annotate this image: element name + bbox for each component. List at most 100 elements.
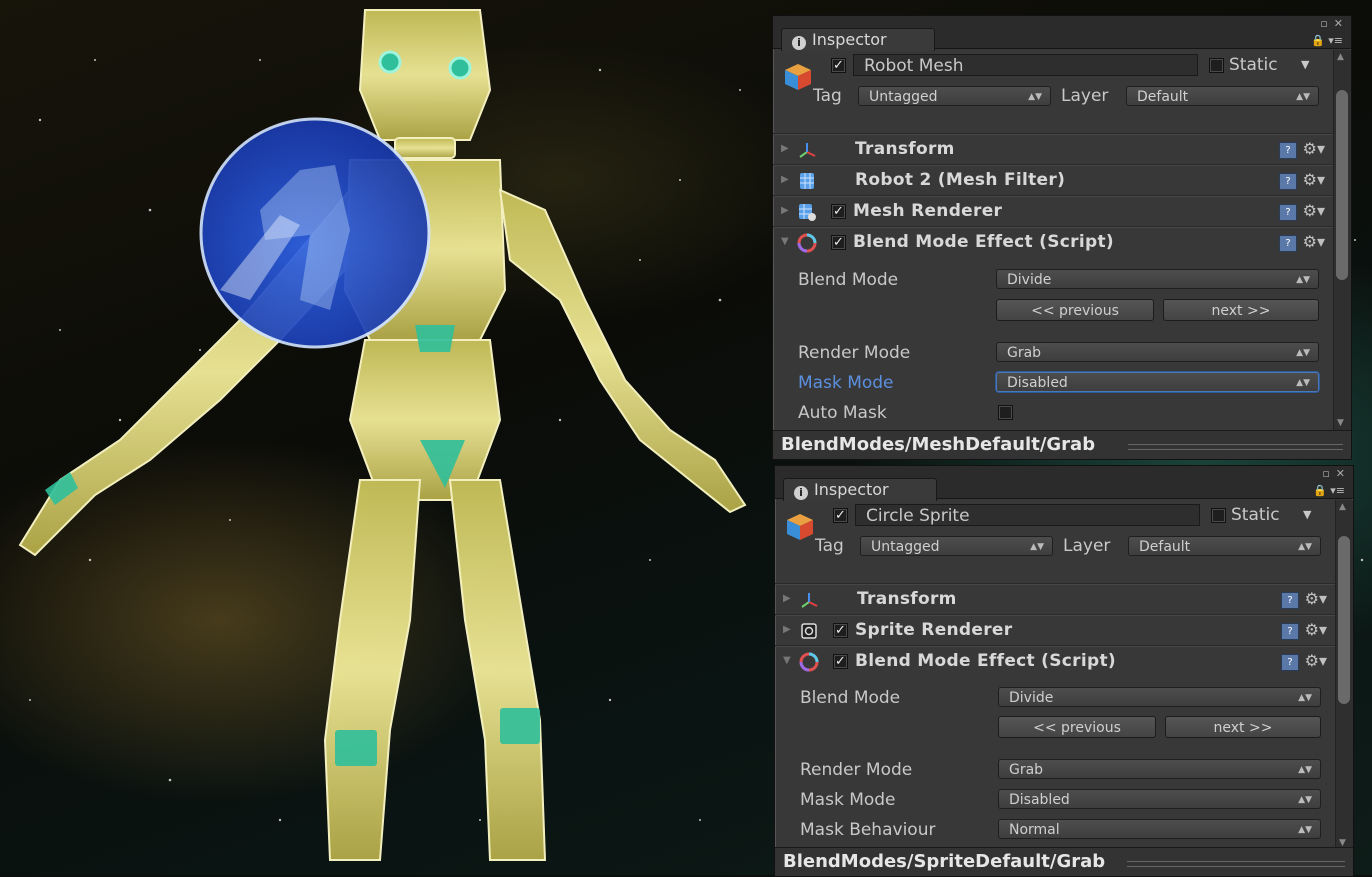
- auto-mask-checkbox[interactable]: [998, 405, 1013, 420]
- drag-handle[interactable]: [1127, 861, 1345, 867]
- foldout-arrow-icon[interactable]: ▼: [781, 236, 789, 247]
- lock-icon[interactable]: 🔒: [1313, 484, 1327, 497]
- scroll-up-icon[interactable]: ▲: [1337, 52, 1344, 62]
- help-icon[interactable]: ?: [1281, 623, 1299, 640]
- scroll-up-icon[interactable]: ▲: [1339, 502, 1346, 512]
- help-icon[interactable]: ?: [1281, 592, 1299, 609]
- mask-behaviour-dropdown[interactable]: Normal ▲▼: [998, 819, 1321, 839]
- component-sprite-renderer[interactable]: ▶ ✓ Sprite Renderer ? ⚙▾: [775, 614, 1335, 646]
- previous-button[interactable]: << previous: [996, 299, 1154, 321]
- sprite-renderer-icon: [801, 623, 817, 639]
- gameobject-header: ✓ Circle Sprite Static ▼ Tag Untagged ▲▼ …: [775, 499, 1335, 569]
- menu-icon[interactable]: ▾≡: [1328, 34, 1343, 47]
- help-icon[interactable]: ?: [1281, 654, 1299, 671]
- static-checkbox[interactable]: [1209, 58, 1224, 73]
- mask-mode-dropdown[interactable]: Disabled ▲▼: [998, 789, 1321, 809]
- gameobject-cube-icon: [785, 64, 811, 90]
- blend-mode-value: Divide: [1007, 272, 1052, 288]
- drag-handle[interactable]: [1128, 444, 1343, 450]
- component-transform[interactable]: ▶ Transform ? ⚙▾: [775, 583, 1335, 615]
- previous-button[interactable]: << previous: [998, 716, 1156, 738]
- script-icon: [797, 233, 817, 253]
- render-mode-dropdown[interactable]: Grab ▲▼: [996, 342, 1319, 362]
- close-icon[interactable]: ✕: [1336, 468, 1345, 480]
- close-icon[interactable]: ✕: [1334, 18, 1343, 30]
- script-icon: [799, 652, 819, 672]
- info-icon: i: [792, 36, 806, 50]
- inspector-tab[interactable]: i Inspector: [783, 478, 937, 501]
- component-mesh-renderer[interactable]: ▶ ✓ Mesh Renderer ? ⚙▾: [773, 195, 1333, 227]
- material-preview-bar[interactable]: BlendModes/SpriteDefault/Grab: [775, 847, 1353, 876]
- gear-icon[interactable]: ⚙▾: [1305, 652, 1327, 670]
- active-checkbox[interactable]: ✓: [831, 58, 846, 73]
- component-blend-mode-effect[interactable]: ▼ ✓ Blend Mode Effect (Script) ? ⚙▾: [773, 226, 1333, 258]
- object-name-field[interactable]: Circle Sprite: [855, 504, 1200, 526]
- component-title: Robot 2 (Mesh Filter): [855, 170, 1066, 190]
- help-icon[interactable]: ?: [1279, 235, 1297, 252]
- scrollbar-thumb[interactable]: [1338, 536, 1350, 704]
- scroll-down-icon[interactable]: ▼: [1337, 418, 1344, 428]
- tag-label: Tag: [815, 536, 844, 556]
- component-transform[interactable]: ▶ Transform ? ⚙▾: [773, 133, 1333, 165]
- mask-mode-dropdown[interactable]: Disabled ▲▼: [996, 372, 1319, 392]
- help-icon[interactable]: ?: [1279, 173, 1297, 190]
- enabled-checkbox[interactable]: ✓: [833, 623, 848, 638]
- help-icon[interactable]: ?: [1279, 142, 1297, 159]
- layer-value: Default: [1137, 89, 1189, 105]
- lock-icon[interactable]: 🔒: [1311, 34, 1325, 47]
- foldout-arrow-icon[interactable]: ▶: [781, 174, 789, 185]
- dropdown-arrows-icon: ▲▼: [1296, 275, 1310, 285]
- component-title: Mesh Renderer: [853, 201, 1003, 221]
- maximize-icon[interactable]: ▫: [1320, 18, 1327, 30]
- active-checkbox[interactable]: ✓: [833, 508, 848, 523]
- layer-dropdown[interactable]: Default ▲▼: [1128, 536, 1321, 556]
- inspector-scrollbar[interactable]: ▲ ▼: [1333, 50, 1351, 430]
- static-dropdown-icon[interactable]: ▼: [1303, 504, 1311, 526]
- circle-sprite: [199, 117, 431, 349]
- menu-icon[interactable]: ▾≡: [1330, 484, 1345, 497]
- gear-icon[interactable]: ⚙▾: [1303, 202, 1325, 220]
- static-label: Static: [1229, 55, 1278, 75]
- help-icon[interactable]: ?: [1279, 204, 1297, 221]
- foldout-arrow-icon[interactable]: ▶: [783, 593, 791, 604]
- gear-icon[interactable]: ⚙▾: [1305, 621, 1327, 639]
- tag-dropdown[interactable]: Untagged ▲▼: [860, 536, 1053, 556]
- scrollbar-thumb[interactable]: [1336, 90, 1348, 280]
- foldout-arrow-icon[interactable]: ▶: [783, 624, 791, 635]
- auto-mask-label: Auto Mask: [798, 403, 887, 423]
- gear-icon[interactable]: ⚙▾: [1303, 233, 1325, 251]
- component-mesh-filter[interactable]: ▶ Robot 2 (Mesh Filter) ? ⚙▾: [773, 164, 1333, 196]
- static-dropdown-icon[interactable]: ▼: [1301, 54, 1309, 76]
- render-mode-value: Grab: [1009, 762, 1044, 778]
- tag-dropdown[interactable]: Untagged ▲▼: [858, 86, 1051, 106]
- dropdown-arrows-icon: ▲▼: [1298, 825, 1312, 835]
- enabled-checkbox[interactable]: ✓: [833, 654, 848, 669]
- gear-icon[interactable]: ⚙▾: [1303, 171, 1325, 189]
- next-button[interactable]: next >>: [1163, 299, 1319, 321]
- foldout-arrow-icon[interactable]: ▼: [783, 655, 791, 666]
- inspector-scrollbar[interactable]: ▲ ▼: [1335, 500, 1353, 850]
- inspector-tab[interactable]: i Inspector: [781, 28, 935, 51]
- material-preview-bar[interactable]: BlendModes/MeshDefault/Grab: [773, 430, 1351, 459]
- blend-mode-dropdown[interactable]: Divide ▲▼: [996, 269, 1319, 289]
- blend-mode-dropdown[interactable]: Divide ▲▼: [998, 687, 1321, 707]
- gear-icon[interactable]: ⚙▾: [1303, 140, 1325, 158]
- dropdown-arrows-icon: ▲▼: [1298, 693, 1312, 703]
- next-button[interactable]: next >>: [1165, 716, 1321, 738]
- layer-dropdown[interactable]: Default ▲▼: [1126, 86, 1319, 106]
- foldout-arrow-icon[interactable]: ▶: [781, 143, 789, 154]
- static-checkbox[interactable]: [1211, 508, 1226, 523]
- gear-icon[interactable]: ⚙▾: [1305, 590, 1327, 608]
- enabled-checkbox[interactable]: ✓: [831, 204, 846, 219]
- enabled-checkbox[interactable]: ✓: [831, 235, 846, 250]
- maximize-icon[interactable]: ▫: [1322, 468, 1329, 480]
- foldout-arrow-icon[interactable]: ▶: [781, 205, 789, 216]
- object-name-field[interactable]: Robot Mesh: [853, 54, 1198, 76]
- dropdown-arrows-icon: ▲▼: [1296, 378, 1310, 388]
- render-mode-dropdown[interactable]: Grab ▲▼: [998, 759, 1321, 779]
- component-blend-mode-effect[interactable]: ▼ ✓ Blend Mode Effect (Script) ? ⚙▾: [775, 645, 1335, 677]
- gameobject-header: ✓ Robot Mesh Static ▼ Tag Untagged ▲▼ Lay…: [773, 49, 1333, 119]
- mask-behaviour-label: Mask Behaviour: [800, 820, 936, 840]
- static-toggle[interactable]: Static ▼: [1209, 54, 1329, 76]
- static-toggle[interactable]: Static ▼: [1211, 504, 1331, 526]
